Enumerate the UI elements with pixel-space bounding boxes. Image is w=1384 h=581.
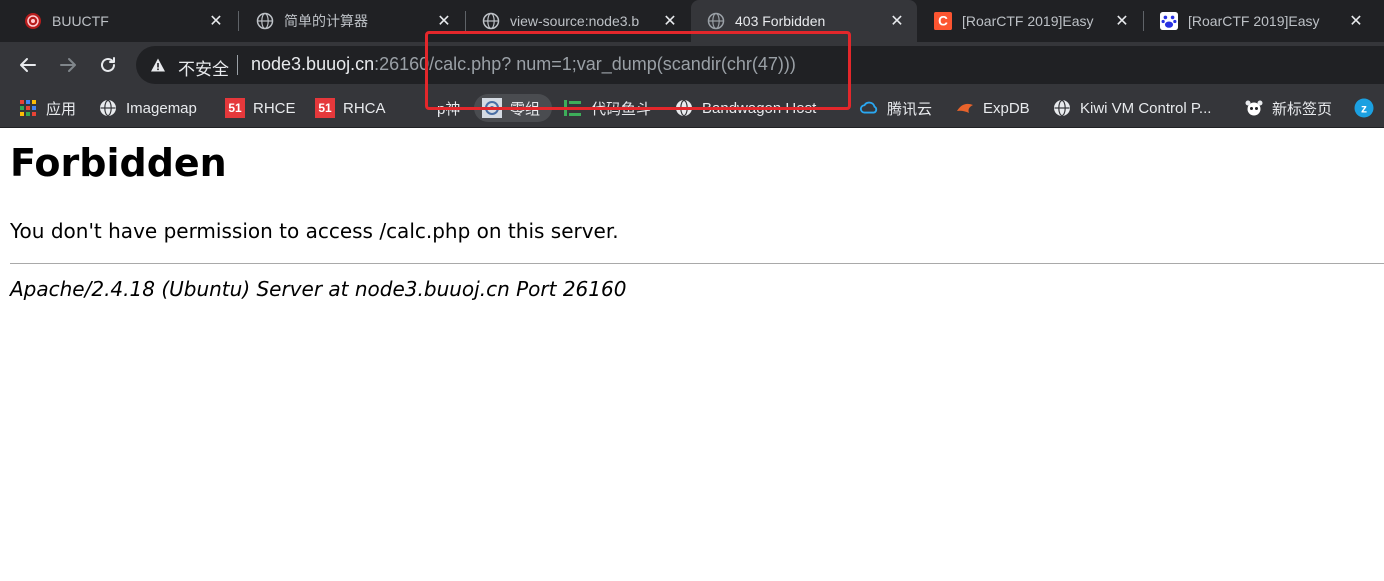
close-icon[interactable]: ✕ bbox=[887, 11, 907, 31]
bookmark-code-fish[interactable]: 代码鱼斗 bbox=[563, 94, 651, 122]
code-fish-icon bbox=[563, 98, 583, 118]
back-button[interactable] bbox=[14, 51, 42, 79]
zhihu-icon: z bbox=[1354, 98, 1374, 118]
url-host: node3.buuoj.cn bbox=[251, 54, 375, 74]
panda-icon bbox=[1244, 98, 1264, 118]
address-bar[interactable]: 不安全 node3.buuoj.cn:26160/calc.php? num=1… bbox=[136, 46, 1384, 84]
page-title: Forbidden bbox=[10, 141, 227, 185]
bookmark-label: p神 bbox=[437, 100, 461, 118]
bookmark-new-tab[interactable]: 新标签页 bbox=[1244, 94, 1332, 122]
bookmark-imagemap[interactable]: Imagemap bbox=[98, 94, 197, 122]
url-path: :26160/calc.php? num=1;var_dump(scandir(… bbox=[374, 54, 796, 74]
tab-roarctf-baidu[interactable]: [RoarCTF 2019]Easy ✕ bbox=[1144, 0, 1376, 42]
tab-strip: BUUCTF ✕ 简单的计算器 ✕ view-source:node3.b ✕ … bbox=[0, 0, 1384, 42]
globe-icon bbox=[482, 12, 500, 30]
bookmark-kiwi-vm[interactable]: Kiwi VM Control P... bbox=[1052, 94, 1211, 122]
globe-icon bbox=[1052, 98, 1072, 118]
globe-icon bbox=[98, 98, 118, 118]
close-icon[interactable]: ✕ bbox=[206, 11, 226, 31]
csdn-icon: C bbox=[934, 12, 952, 30]
bookmark-tencent-cloud[interactable]: 腾讯云 bbox=[859, 94, 932, 122]
bookmark-label: 应用 bbox=[46, 100, 77, 118]
error-message: You don't have permission to access /cal… bbox=[10, 219, 619, 243]
badge-51-icon: 51 bbox=[315, 98, 335, 118]
tab-title: [RoarCTF 2019]Easy bbox=[1188, 13, 1320, 29]
bookmark-rhca[interactable]: 51 RHCA bbox=[315, 94, 386, 122]
svg-text:z: z bbox=[1361, 102, 1367, 116]
bookmark-label: 腾讯云 bbox=[887, 100, 933, 118]
globe-icon bbox=[707, 12, 725, 30]
tab-roarctf-csdn[interactable]: C [RoarCTF 2019]Easy ✕ bbox=[918, 0, 1142, 42]
bookmarks-bar: 应用 Imagemap 51 RHCE 51 RHCA p神 零组 代码鱼斗 B… bbox=[0, 88, 1384, 128]
reload-icon bbox=[101, 57, 115, 72]
apps-grid-icon bbox=[18, 98, 38, 118]
omnibox-divider bbox=[237, 55, 238, 75]
url-text[interactable]: node3.buuoj.cn:26160/calc.php? num=1;var… bbox=[251, 54, 796, 75]
bookmark-label: RHCE bbox=[253, 99, 296, 117]
badge-51-icon: 51 bbox=[225, 98, 245, 118]
tab-calculator[interactable]: 简单的计算器 ✕ bbox=[240, 0, 464, 42]
server-signature: Apache/2.4.18 (Ubuntu) Server at node3.b… bbox=[10, 277, 627, 301]
globe-icon bbox=[256, 12, 274, 30]
tab-title: 简单的计算器 bbox=[284, 13, 368, 29]
tab-title: view-source:node3.b bbox=[510, 13, 640, 29]
bookmark-label: Bandwagon Host bbox=[702, 99, 817, 117]
bookmark-label: 零组 bbox=[510, 100, 541, 118]
page-content: Forbidden You don't have permission to a… bbox=[0, 129, 1384, 581]
bookmark-apps[interactable]: 应用 bbox=[18, 94, 76, 122]
close-icon[interactable]: ✕ bbox=[1112, 11, 1132, 31]
close-icon[interactable]: ✕ bbox=[660, 11, 680, 31]
bookmark-label: RHCA bbox=[343, 99, 386, 117]
bookmark-p-shen[interactable]: p神 bbox=[437, 94, 460, 122]
forward-button[interactable] bbox=[54, 51, 82, 79]
toolbar: 不安全 node3.buuoj.cn:26160/calc.php? num=1… bbox=[0, 42, 1384, 88]
expdb-icon bbox=[955, 98, 975, 118]
close-icon[interactable]: ✕ bbox=[434, 11, 454, 31]
tab-divider bbox=[238, 11, 239, 31]
bookmark-rhce[interactable]: 51 RHCE bbox=[225, 94, 296, 122]
close-icon[interactable]: ✕ bbox=[1346, 11, 1366, 31]
bookmark-label: Kiwi VM Control P... bbox=[1080, 99, 1212, 117]
svg-text:C: C bbox=[938, 14, 948, 29]
bookmark-bandwagon-host[interactable]: Bandwagon Host bbox=[674, 94, 816, 122]
tab-title: BUUCTF bbox=[52, 13, 109, 29]
back-arrow-icon bbox=[20, 58, 36, 72]
reload-button[interactable] bbox=[94, 51, 122, 79]
zero-group-icon bbox=[482, 98, 502, 118]
bookmark-zero-group[interactable]: 零组 bbox=[474, 94, 553, 122]
baidu-paw-icon bbox=[1160, 12, 1178, 30]
tab-view-source[interactable]: view-source:node3.b ✕ bbox=[466, 0, 690, 42]
bookmark-label: Imagemap bbox=[126, 99, 197, 117]
tab-title: [RoarCTF 2019]Easy bbox=[962, 13, 1094, 29]
warning-triangle-icon[interactable] bbox=[150, 57, 166, 77]
tab-buuctf[interactable]: BUUCTF ✕ bbox=[8, 0, 236, 42]
tab-title: 403 Forbidden bbox=[735, 13, 826, 29]
globe-icon bbox=[674, 98, 694, 118]
bookmark-zhihu[interactable]: z bbox=[1354, 94, 1382, 122]
forward-arrow-icon bbox=[60, 58, 76, 72]
bookmark-label: ExpDB bbox=[983, 99, 1030, 117]
divider bbox=[10, 263, 1384, 264]
tab-403-forbidden[interactable]: 403 Forbidden ✕ bbox=[691, 0, 917, 42]
buuctf-logo-icon bbox=[24, 12, 42, 30]
security-label[interactable]: 不安全 bbox=[178, 55, 229, 80]
bookmark-label: 新标签页 bbox=[1272, 100, 1333, 118]
bookmark-label: 代码鱼斗 bbox=[591, 100, 652, 118]
tencent-cloud-icon bbox=[859, 98, 879, 118]
bookmark-expdb[interactable]: ExpDB bbox=[955, 94, 1030, 122]
